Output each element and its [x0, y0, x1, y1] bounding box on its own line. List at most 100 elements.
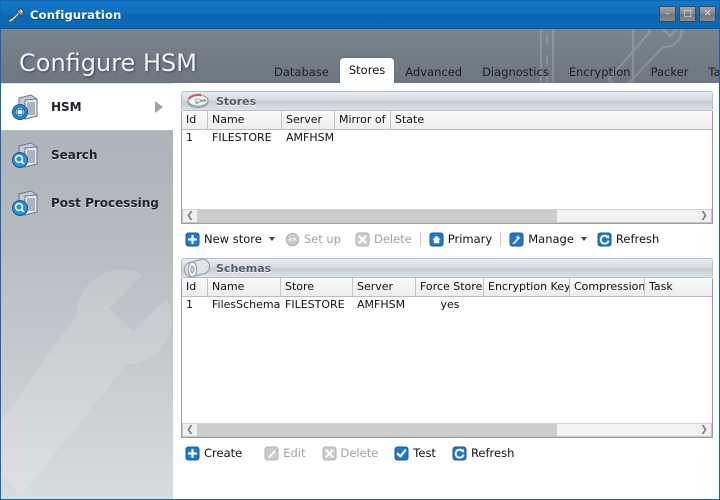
scroll-left-icon[interactable]: ❮ [183, 210, 197, 222]
create-schema-button[interactable]: Create [181, 443, 246, 463]
column-header-state[interactable]: State [391, 111, 712, 129]
scroll-left-icon[interactable]: ❮ [183, 424, 197, 436]
cell-id: 1 [186, 131, 193, 144]
table-row[interactable]: 1 FILESTORE AMFHSM [182, 130, 712, 146]
stores-horizontal-scrollbar[interactable]: ❮ ❯ [182, 209, 712, 223]
cell-mirror-of [335, 130, 391, 146]
schemas-grid-header: Id Name Store Server Force Store Encrypt… [182, 278, 712, 297]
create-schema-label: Create [204, 446, 243, 460]
refresh-icon [597, 232, 612, 247]
scroll-right-icon[interactable]: ❯ [697, 424, 711, 436]
cross-icon [322, 446, 337, 461]
refresh-icon [452, 446, 467, 461]
maximize-icon: □ [683, 8, 692, 19]
refresh-stores-button[interactable]: Refresh [593, 229, 663, 249]
tab-diagnostics[interactable]: Diagnostics [473, 61, 558, 83]
schemas-group-header: Schemas [181, 258, 713, 278]
window-controls: – □ ✕ [659, 6, 716, 22]
column-header-mirror-of[interactable]: Mirror of [335, 111, 391, 129]
minimize-icon: – [665, 8, 670, 19]
schemas-group-title: Schemas [216, 261, 272, 275]
schemas-group: Schemas Id Name Store Server Force Store… [181, 258, 713, 465]
sidebar-item-hsm[interactable]: HSM [1, 83, 173, 131]
test-schema-button[interactable]: Test [390, 443, 440, 463]
window-title: Configuration [30, 7, 122, 22]
stores-grid: Id Name Server Mirror of State 1 FILESTO… [181, 111, 713, 224]
refresh-schemas-button[interactable]: Refresh [448, 443, 518, 463]
manage-button[interactable]: Manage [505, 229, 578, 249]
configuration-window: Configuration – □ ✕ Configure HSM Databa… [0, 0, 720, 500]
window-body: HSM Search Post Processing Stores Id Nam… [1, 83, 719, 499]
delete-store-button[interactable]: Delete [351, 229, 416, 249]
column-header-id[interactable]: Id [182, 278, 208, 296]
sidebar: HSM Search Post Processing [1, 83, 173, 499]
edit-schema-label: Edit [283, 446, 306, 460]
stores-group: Stores Id Name Server Mirror of State 1 … [181, 91, 713, 251]
chevron-right-icon [155, 101, 163, 113]
table-row[interactable]: 1 FilesSchema FILESTORE AMFHSM yes [182, 297, 712, 313]
refresh-schemas-label: Refresh [470, 446, 515, 460]
sidebar-item-post-processing[interactable]: Post Processing [1, 179, 173, 227]
primary-label: Primary [447, 232, 493, 246]
stores-group-title: Stores [216, 94, 257, 108]
column-header-server[interactable]: Server [353, 278, 416, 296]
toolbar-separator [500, 232, 502, 246]
scroll-thumb[interactable] [197, 424, 557, 436]
column-header-name[interactable]: Name [208, 278, 281, 296]
set-up-label: Set up [303, 232, 341, 246]
edit-schema-button[interactable]: Edit [260, 443, 309, 463]
scroll-right-icon[interactable]: ❯ [697, 210, 711, 222]
sidebar-item-label: HSM [51, 100, 82, 114]
column-header-compression[interactable]: Compression [570, 278, 645, 296]
manage-dropdown-caret[interactable] [580, 237, 587, 241]
tab-advanced[interactable]: Advanced [396, 61, 471, 83]
pencil-icon [264, 446, 279, 461]
set-up-button[interactable]: Set up [281, 229, 345, 249]
plus-icon [185, 446, 200, 461]
scroll-track[interactable] [197, 210, 697, 222]
plus-icon [185, 232, 200, 247]
stores-grid-rows: 1 FILESTORE AMFHSM [182, 130, 712, 209]
primary-button[interactable]: Primary [425, 229, 496, 249]
delete-store-label: Delete [373, 232, 412, 246]
cell-task [645, 297, 712, 313]
scroll-track[interactable] [197, 424, 697, 436]
tab-database[interactable]: Database [265, 61, 338, 83]
new-store-button[interactable]: New store [181, 229, 266, 249]
minimize-button[interactable]: – [659, 6, 676, 22]
tab-stores[interactable]: Stores [339, 58, 395, 83]
server-search-icon [11, 188, 41, 218]
schemas-horizontal-scrollbar[interactable]: ❮ ❯ [182, 423, 712, 437]
cell-compression [570, 297, 645, 313]
column-header-id[interactable]: Id [182, 111, 208, 129]
schemas-toolbar: Create Edit Delete Test Refresh [181, 438, 713, 465]
cell-server: AMFHSM [286, 131, 335, 144]
cell-name: FILESTORE [212, 131, 272, 144]
new-store-dropdown-caret[interactable] [268, 237, 275, 241]
column-header-name[interactable]: Name [208, 111, 282, 129]
wand-icon [509, 232, 524, 247]
check-icon [394, 446, 409, 461]
maximize-button[interactable]: □ [679, 6, 696, 22]
delete-schema-label: Delete [340, 446, 379, 460]
server-hsm-icon [11, 92, 41, 122]
stores-grid-header: Id Name Server Mirror of State [182, 111, 712, 130]
toolbar-separator [419, 232, 421, 246]
sidebar-item-label: Post Processing [51, 196, 159, 210]
tab-packer[interactable]: Packer [642, 61, 698, 83]
sidebar-item-search[interactable]: Search [1, 131, 173, 179]
delete-schema-button[interactable]: Delete [318, 443, 383, 463]
setup-icon [285, 232, 300, 247]
disc-icon [184, 87, 212, 113]
column-header-task[interactable]: Task [645, 278, 712, 296]
scroll-thumb[interactable] [197, 210, 557, 222]
tab-tasks[interactable]: Tasks [699, 61, 719, 83]
cell-store: FILESTORE [285, 298, 345, 311]
close-button[interactable]: ✕ [699, 6, 716, 22]
column-header-server[interactable]: Server [282, 111, 335, 129]
column-header-encryption-key[interactable]: Encryption Key [484, 278, 570, 296]
column-header-force-store[interactable]: Force Store [416, 278, 484, 296]
tab-bar: Database Stores Advanced Diagnostics Enc… [1, 55, 719, 83]
tab-encryption[interactable]: Encryption [560, 61, 640, 83]
column-header-store[interactable]: Store [281, 278, 353, 296]
